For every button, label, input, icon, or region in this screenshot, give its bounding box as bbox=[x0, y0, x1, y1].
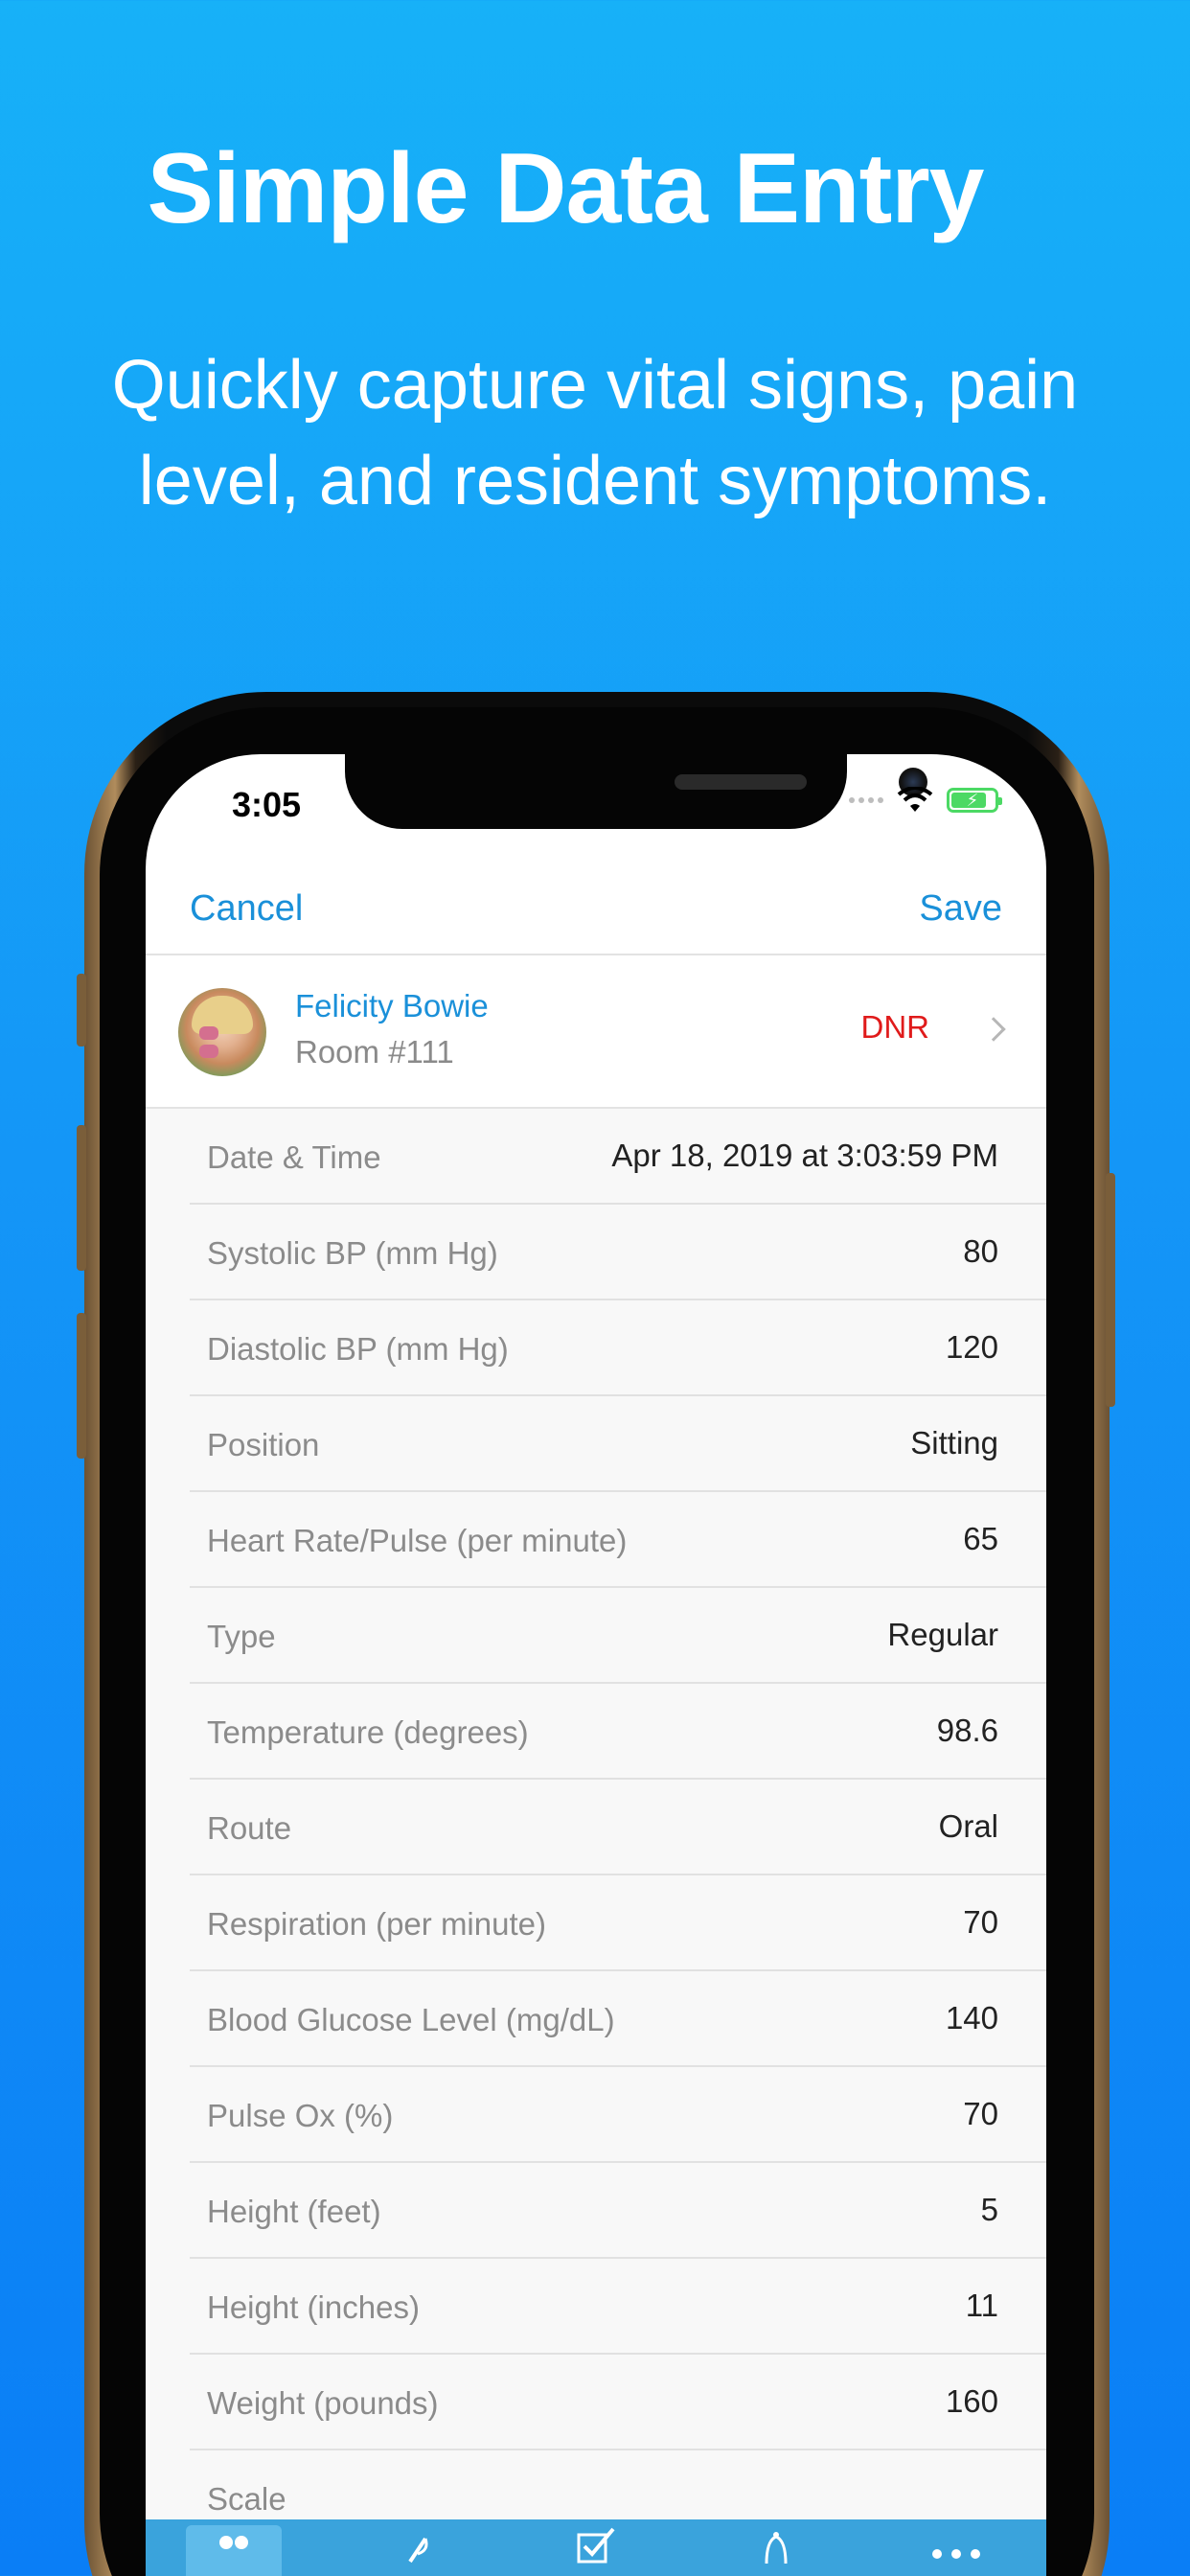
vitals-row-type[interactable]: Type Regular bbox=[190, 1588, 1046, 1684]
row-value: 70 bbox=[963, 1904, 998, 1940]
vitals-row-blood-glucose[interactable]: Blood Glucose Level (mg/dL) 140 bbox=[190, 1971, 1046, 2067]
tab-residents[interactable] bbox=[186, 2525, 282, 2576]
row-label: Type bbox=[207, 1619, 276, 1654]
status-time: 3:05 bbox=[232, 785, 302, 824]
row-label: Temperature (degrees) bbox=[207, 1714, 529, 1750]
row-label: Date & Time bbox=[207, 1139, 381, 1175]
row-label: Diastolic BP (mm Hg) bbox=[207, 1331, 509, 1367]
wifi-icon bbox=[897, 787, 933, 812]
row-label: Position bbox=[207, 1427, 320, 1462]
vitals-row-respiration[interactable]: Respiration (per minute) 70 bbox=[190, 1875, 1046, 1971]
row-value: 160 bbox=[945, 2383, 998, 2419]
bell-icon bbox=[765, 2532, 788, 2564]
row-value: Sitting bbox=[910, 1425, 998, 1460]
vitals-form: Date & Time Apr 18, 2019 at 3:03:59 PM S… bbox=[146, 1109, 1046, 2546]
phone-power-button bbox=[1106, 1173, 1115, 1407]
row-label: Respiration (per minute) bbox=[207, 1906, 546, 1942]
battery-charging-icon: ⚡ bbox=[947, 788, 1002, 813]
row-label: Height (inches) bbox=[207, 2289, 420, 2325]
vitals-row-systolic-bp[interactable]: Systolic BP (mm Hg) 80 bbox=[190, 1205, 1046, 1300]
vitals-row-height-inches[interactable]: Height (inches) 11 bbox=[190, 2259, 1046, 2355]
tab-tasks[interactable] bbox=[548, 2525, 644, 2576]
checklist-icon bbox=[577, 2527, 615, 2564]
resident-room: Room #111 bbox=[295, 1034, 454, 1070]
phone-volume-up bbox=[77, 1125, 86, 1271]
save-button[interactable]: Save bbox=[919, 888, 1002, 930]
phone-volume-down bbox=[77, 1313, 86, 1459]
row-value: Apr 18, 2019 at 3:03:59 PM bbox=[611, 1138, 998, 1173]
avatar bbox=[178, 988, 266, 1076]
resident-name: Felicity Bowie bbox=[295, 988, 489, 1024]
row-value: Oral bbox=[938, 1808, 998, 1844]
row-value: 70 bbox=[963, 2096, 998, 2131]
row-value: 80 bbox=[963, 1233, 998, 1269]
vitals-row-date-time[interactable]: Date & Time Apr 18, 2019 at 3:03:59 PM bbox=[190, 1109, 1046, 1205]
row-label: Systolic BP (mm Hg) bbox=[207, 1235, 498, 1271]
row-value: 120 bbox=[945, 1329, 998, 1365]
row-value: 65 bbox=[963, 1521, 998, 1556]
vitals-row-weight[interactable]: Weight (pounds) 160 bbox=[190, 2355, 1046, 2450]
vitals-row-position[interactable]: Position Sitting bbox=[190, 1396, 1046, 1492]
notch bbox=[345, 754, 927, 829]
promo-headline: Simple Data Entry bbox=[147, 133, 984, 244]
cellular-signal-icon bbox=[849, 797, 883, 803]
row-value: 140 bbox=[945, 2000, 998, 2036]
cancel-button[interactable]: Cancel bbox=[190, 888, 303, 930]
more-icon bbox=[932, 2549, 980, 2559]
vitals-row-pulse-ox[interactable]: Pulse Ox (%) 70 bbox=[190, 2067, 1046, 2163]
promo-subhead: Quickly capture vital signs, pain level,… bbox=[57, 337, 1133, 529]
row-label: Heart Rate/Pulse (per minute) bbox=[207, 1523, 628, 1558]
tab-bar bbox=[146, 2519, 1046, 2576]
navigation-bar: Cancel Save bbox=[146, 860, 1046, 955]
status-icons: ⚡ bbox=[849, 787, 1002, 814]
row-value: 11 bbox=[965, 2288, 998, 2323]
resident-header-row[interactable]: Felicity Bowie Room #111 DNR bbox=[146, 955, 1046, 1109]
pill-icon bbox=[408, 2537, 428, 2564]
row-label: Blood Glucose Level (mg/dL) bbox=[207, 2002, 615, 2037]
tab-medications[interactable] bbox=[368, 2525, 464, 2576]
tab-alerts[interactable] bbox=[728, 2525, 824, 2576]
row-label: Pulse Ox (%) bbox=[207, 2098, 394, 2133]
row-value: 98.6 bbox=[936, 1713, 998, 1748]
vitals-row-temperature[interactable]: Temperature (degrees) 98.6 bbox=[190, 1684, 1046, 1780]
row-label: Weight (pounds) bbox=[207, 2385, 439, 2421]
tab-more[interactable] bbox=[908, 2525, 1004, 2576]
vitals-row-diastolic-bp[interactable]: Diastolic BP (mm Hg) 120 bbox=[190, 1300, 1046, 1396]
row-label: Route bbox=[207, 1810, 292, 1846]
phone-screen: 3:05 ⚡ Cancel Save Felicity Bowie Room #… bbox=[146, 754, 1046, 2576]
chevron-right-icon bbox=[981, 1017, 1006, 1042]
phone-silent-switch bbox=[77, 974, 86, 1046]
row-value: Regular bbox=[887, 1617, 998, 1652]
speaker-grille bbox=[675, 774, 807, 790]
vitals-row-height-feet[interactable]: Height (feet) 5 bbox=[190, 2163, 1046, 2259]
promo-subhead-line2: level, and resident symptoms. bbox=[138, 443, 1052, 519]
vitals-row-heart-rate[interactable]: Heart Rate/Pulse (per minute) 65 bbox=[190, 1492, 1046, 1588]
row-value: 5 bbox=[980, 2192, 998, 2227]
row-label: Height (feet) bbox=[207, 2194, 381, 2229]
vitals-row-route[interactable]: Route Oral bbox=[190, 1780, 1046, 1875]
code-status-badge: DNR bbox=[860, 1009, 930, 1045]
promo-subhead-line1: Quickly capture vital signs, pain bbox=[111, 347, 1079, 424]
row-label: Scale bbox=[207, 2481, 286, 2517]
residents-icon bbox=[219, 2536, 248, 2549]
